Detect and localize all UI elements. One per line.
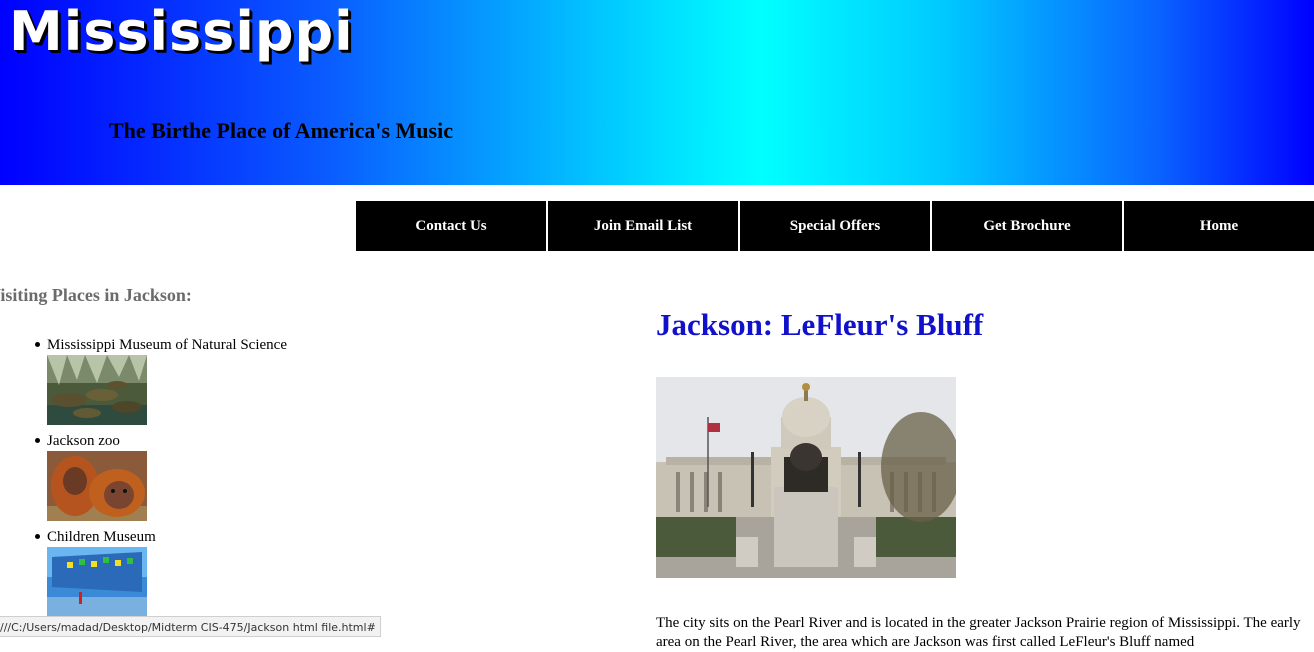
- orangutan-photo[interactable]: [47, 451, 147, 521]
- list-item: Jackson zoo: [35, 431, 287, 521]
- site-tagline: The Birthe Place of America's Music: [109, 118, 453, 143]
- nav-special-offers[interactable]: Special Offers: [740, 201, 930, 251]
- nav-home[interactable]: Home: [1124, 201, 1314, 251]
- children-museum-photo[interactable]: [47, 547, 147, 617]
- place-label-museum: Mississippi Museum of Natural Science: [47, 337, 287, 353]
- place-label-zoo: Jackson zoo: [47, 433, 120, 449]
- list-item: Children Museum: [35, 527, 287, 617]
- main-nav: Contact Us Join Email List Special Offer…: [356, 201, 1314, 251]
- place-label-children-museum: Children Museum: [47, 529, 156, 545]
- article-body: The city sits on the Pearl River and is …: [656, 615, 1301, 650]
- nav-contact-us[interactable]: Contact Us: [356, 201, 546, 251]
- places-list: Mississippi Museum of Natural Science Ja…: [35, 335, 287, 623]
- sidebar-heading: Visiting Places in Jackson:: [0, 285, 192, 305]
- nav-join-email-list[interactable]: Join Email List: [548, 201, 738, 251]
- site-title: Mississippi: [9, 0, 354, 63]
- nav-get-brochure[interactable]: Get Brochure: [932, 201, 1122, 251]
- turtles-photo[interactable]: [47, 355, 147, 425]
- article-title: Jackson: LeFleur's Bluff: [656, 307, 984, 342]
- header-banner: Mississippi The Birthe Place of America'…: [0, 0, 1314, 185]
- list-item: Mississippi Museum of Natural Science: [35, 335, 287, 425]
- status-bar-url: ///C:/Users/madad/Desktop/Midterm CIS-47…: [0, 616, 381, 637]
- capitol-building-photo: [656, 377, 956, 578]
